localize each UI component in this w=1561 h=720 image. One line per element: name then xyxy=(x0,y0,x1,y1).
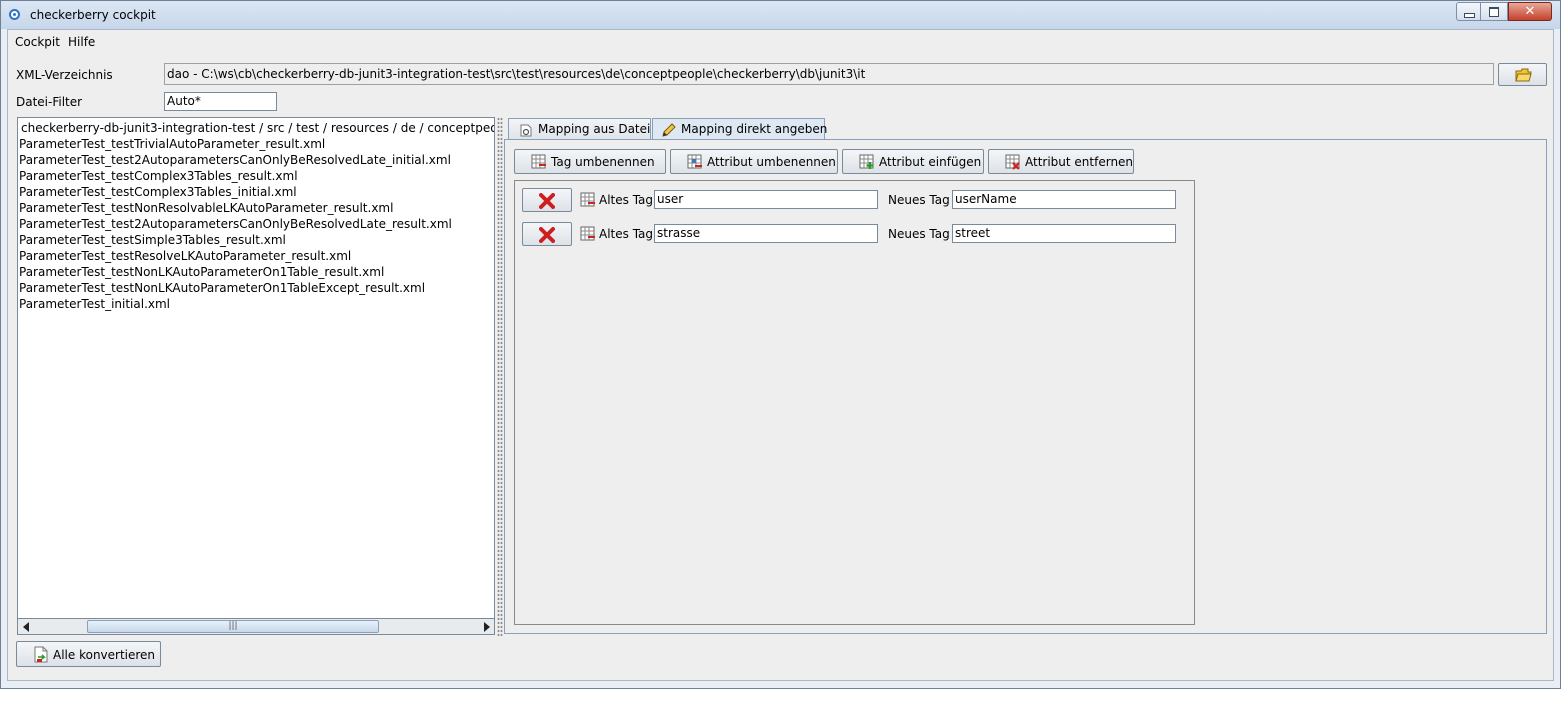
title-bar: checkerberry cockpit ✕ xyxy=(1,1,1560,29)
xml-dir-label: XML-Verzeichnis xyxy=(16,68,113,82)
close-button[interactable]: ✕ xyxy=(1508,2,1552,21)
scroll-grip: ||| xyxy=(228,621,238,631)
table-rename-icon xyxy=(580,192,595,207)
window-title: checkerberry cockpit xyxy=(30,8,156,22)
delete-mapping-button[interactable] xyxy=(522,222,572,246)
file-list[interactable]: checkerberry-db-junit3-integration-test … xyxy=(17,117,495,619)
filter-label: Datei-Filter xyxy=(16,95,83,109)
scroll-thumb[interactable]: ||| xyxy=(87,620,379,633)
delete-icon xyxy=(539,193,555,209)
rename-attribute-button[interactable]: Attribut umbenennen xyxy=(670,149,838,174)
convert-file-icon xyxy=(34,646,48,663)
menu-bar: Cockpit Hilfe xyxy=(8,30,1553,52)
browse-button[interactable] xyxy=(1498,63,1547,86)
list-item[interactable]: ParameterTest_initial.xml xyxy=(19,296,170,312)
table-rename-icon xyxy=(580,226,595,241)
insert-attribute-label: Attribut einfügen xyxy=(879,155,982,169)
list-item[interactable]: ParameterTest_testResolveLKAutoParameter… xyxy=(19,248,351,264)
old-tag-label: Altes Tag xyxy=(599,227,654,241)
tab-mapping-file[interactable]: Mapping aus Datei xyxy=(508,118,651,140)
rename-tag-button[interactable]: Tag umbenennen xyxy=(514,149,666,174)
attribute-add-icon xyxy=(859,154,874,169)
minimize-button[interactable] xyxy=(1456,2,1481,21)
file-list-path: checkerberry-db-junit3-integration-test … xyxy=(21,121,494,135)
list-item[interactable]: ParameterTest_testTrivialAutoParameter_r… xyxy=(19,136,325,152)
menu-hilfe[interactable]: Hilfe xyxy=(68,35,95,49)
pencil-icon xyxy=(662,123,676,137)
list-item[interactable]: ParameterTest_testComplex3Tables_initial… xyxy=(19,184,297,200)
new-tag-input[interactable]: street xyxy=(952,224,1176,243)
menu-cockpit[interactable]: Cockpit xyxy=(15,35,60,49)
file-gear-icon xyxy=(520,124,532,137)
new-tag-label: Neues Tag xyxy=(888,193,950,207)
maximize-button[interactable] xyxy=(1481,2,1508,21)
old-tag-input[interactable]: user xyxy=(654,190,878,209)
remove-attribute-label: Attribut entfernen xyxy=(1025,155,1134,169)
new-tag-label: Neues Tag xyxy=(888,227,950,241)
insert-attribute-button[interactable]: Attribut einfügen xyxy=(842,149,984,174)
folder-open-icon xyxy=(1515,68,1532,82)
list-item[interactable]: ParameterTest_testNonResolvableLKAutoPar… xyxy=(19,200,393,216)
scroll-right-icon[interactable] xyxy=(483,622,491,632)
split-pane-divider[interactable] xyxy=(497,117,503,636)
tab-mapping-direct-label: Mapping direkt angeben xyxy=(681,122,828,136)
convert-all-button[interactable]: Alle konvertieren xyxy=(16,641,161,667)
remove-attribute-button[interactable]: Attribut entfernen xyxy=(988,149,1134,174)
rename-tag-label: Tag umbenennen xyxy=(551,155,655,169)
list-item[interactable]: ParameterTest_test2AutoparametersCanOnly… xyxy=(19,152,451,168)
close-icon: ✕ xyxy=(1524,4,1536,19)
rename-attribute-label: Attribut umbenennen xyxy=(707,155,836,169)
new-tag-input[interactable]: userName xyxy=(952,190,1176,209)
list-item[interactable]: ParameterTest_testSimple3Tables_result.x… xyxy=(19,232,286,248)
xml-dir-field[interactable]: dao - C:\ws\cb\checkerberry-db-junit3-in… xyxy=(164,63,1494,85)
delete-mapping-button[interactable] xyxy=(522,188,572,212)
mapping-rows-panel xyxy=(514,180,1195,625)
delete-icon xyxy=(539,227,555,243)
attribute-rename-icon xyxy=(687,154,702,169)
table-rename-icon xyxy=(531,154,546,169)
list-item[interactable]: ParameterTest_test2AutoparametersCanOnly… xyxy=(19,216,452,232)
list-item[interactable]: ParameterTest_testNonLKAutoParameterOn1T… xyxy=(19,264,384,280)
list-item[interactable]: ParameterTest_testNonLKAutoParameterOn1T… xyxy=(19,280,425,296)
tab-mapping-file-label: Mapping aus Datei xyxy=(538,122,651,136)
client-area: Cockpit Hilfe XML-Verzeichnis dao - C:\w… xyxy=(7,29,1554,681)
old-tag-label: Altes Tag xyxy=(599,193,654,207)
tab-mapping-direct[interactable]: Mapping direkt angeben xyxy=(652,118,828,141)
filter-input[interactable]: Auto* xyxy=(164,92,277,111)
list-item[interactable]: ParameterTest_testComplex3Tables_result.… xyxy=(19,168,298,184)
horizontal-scrollbar[interactable]: ||| xyxy=(17,618,495,635)
attribute-remove-icon xyxy=(1005,154,1020,170)
old-tag-input[interactable]: strasse xyxy=(654,224,878,243)
app-window: checkerberry cockpit ✕ Cockpit Hilfe XML… xyxy=(0,0,1561,689)
scroll-left-icon[interactable] xyxy=(22,622,30,632)
app-logo-icon xyxy=(9,9,20,20)
convert-all-label: Alle konvertieren xyxy=(53,648,156,662)
